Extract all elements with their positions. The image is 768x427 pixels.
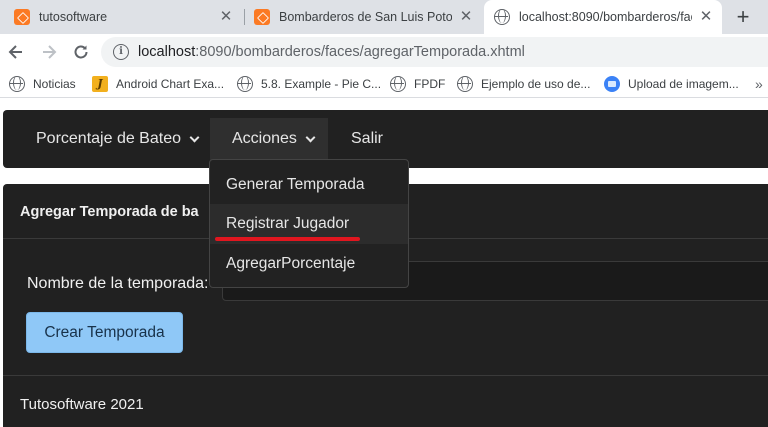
page-body: Porcentaje de Bateo Acciones Salir Agreg… bbox=[0, 99, 768, 427]
temporada-name-label: Nombre de la temporada: bbox=[27, 275, 209, 292]
menu-item-agregar-porcentaje[interactable]: AgregarPorcentaje bbox=[210, 244, 408, 284]
back-button[interactable] bbox=[4, 40, 28, 64]
chevron-down-icon bbox=[305, 132, 316, 142]
globe-icon bbox=[237, 76, 253, 92]
close-icon[interactable]: ✕ bbox=[698, 9, 714, 25]
reload-icon bbox=[74, 45, 88, 59]
browser-tab-strip: tutosoftware ✕ Bombarderos de San Luis P… bbox=[0, 0, 768, 34]
address-bar[interactable]: i localhost:8090/bombarderos/faces/agreg… bbox=[101, 37, 768, 67]
forward-button[interactable] bbox=[37, 40, 61, 64]
tab-localhost[interactable]: localhost:8090/bombarderos/face ✕ bbox=[484, 0, 722, 34]
tab-bombarderos[interactable]: Bombarderos de San Luis Potosí ✕ bbox=[248, 0, 480, 34]
bookmark-label: 5.8. Example - Pie C... bbox=[261, 77, 382, 91]
bookmark-label: Android Chart Exa... bbox=[116, 77, 225, 91]
card-footer: Tutosoftware 2021 bbox=[3, 375, 768, 427]
reload-button[interactable] bbox=[69, 40, 93, 64]
xampp-icon bbox=[14, 9, 30, 25]
nav-label: Porcentaje de Bateo bbox=[36, 130, 181, 147]
globe-icon bbox=[457, 76, 473, 92]
acciones-dropdown-menu: Generar Temporada Registrar Jugador Agre… bbox=[209, 159, 409, 288]
tab-title: Bombarderos de San Luis Potosí bbox=[279, 10, 452, 24]
bookmark-label: FPDF bbox=[414, 77, 446, 91]
arrow-left-icon bbox=[8, 45, 22, 59]
red-underline-annotation bbox=[215, 237, 360, 241]
tab-tutosoftware[interactable]: tutosoftware ✕ bbox=[8, 0, 240, 34]
bookmark-ejemplo[interactable]: Ejemplo de uso de... bbox=[457, 70, 590, 98]
bookmark-label: Noticias bbox=[33, 77, 76, 91]
nav-label: Acciones bbox=[232, 130, 297, 147]
bookmarks-overflow-icon[interactable]: » bbox=[755, 76, 768, 92]
tab-title: localhost:8090/bombarderos/face bbox=[519, 10, 692, 24]
card-title: Agregar Temporada de ba bbox=[20, 204, 199, 220]
bookmark-fpdf[interactable]: FPDF bbox=[390, 70, 445, 98]
globe-icon bbox=[9, 76, 25, 92]
nav-acciones[interactable]: Acciones bbox=[210, 118, 328, 160]
url-text: localhost:8090/bombarderos/faces/agregar… bbox=[138, 44, 525, 60]
globe-icon bbox=[390, 76, 406, 92]
bookmarks-bar: Noticias J Android Chart Exa... 5.8. Exa… bbox=[0, 70, 768, 98]
arrow-right-icon bbox=[43, 45, 57, 59]
close-icon[interactable]: ✕ bbox=[458, 9, 474, 25]
nav-label: Salir bbox=[351, 130, 384, 147]
bookmark-noticias[interactable]: Noticias bbox=[9, 70, 76, 98]
bookmark-upload[interactable]: Upload de imagem... bbox=[604, 70, 739, 98]
footer-text: Tutosoftware 2021 bbox=[20, 396, 144, 413]
upload-icon bbox=[604, 76, 620, 92]
j-icon: J bbox=[92, 76, 108, 92]
crear-temporada-button[interactable]: Crear Temporada bbox=[26, 312, 183, 353]
nav-porcentaje-bateo[interactable]: Porcentaje de Bateo bbox=[36, 110, 200, 168]
tab-separator bbox=[244, 9, 245, 25]
bookmark-android-chart[interactable]: J Android Chart Exa... bbox=[92, 70, 224, 98]
url-path: :8090/bombarderos/faces/agregarTemporada… bbox=[195, 44, 525, 60]
close-icon[interactable]: ✕ bbox=[218, 9, 234, 25]
chevron-down-icon bbox=[189, 132, 200, 142]
new-tab-button[interactable]: + bbox=[733, 6, 753, 28]
bookmark-label: Ejemplo de uso de... bbox=[481, 77, 591, 91]
tab-title: tutosoftware bbox=[39, 10, 108, 24]
globe-icon bbox=[494, 9, 510, 25]
xampp-icon bbox=[254, 9, 270, 25]
browser-toolbar: i localhost:8090/bombarderos/faces/agreg… bbox=[0, 34, 768, 70]
bookmark-label: Upload de imagem... bbox=[628, 77, 739, 91]
bookmark-pie-chart[interactable]: 5.8. Example - Pie C... bbox=[237, 70, 381, 98]
info-icon[interactable]: i bbox=[113, 44, 129, 60]
url-host: localhost bbox=[138, 44, 196, 60]
menu-item-generar-temporada[interactable]: Generar Temporada bbox=[210, 165, 408, 205]
